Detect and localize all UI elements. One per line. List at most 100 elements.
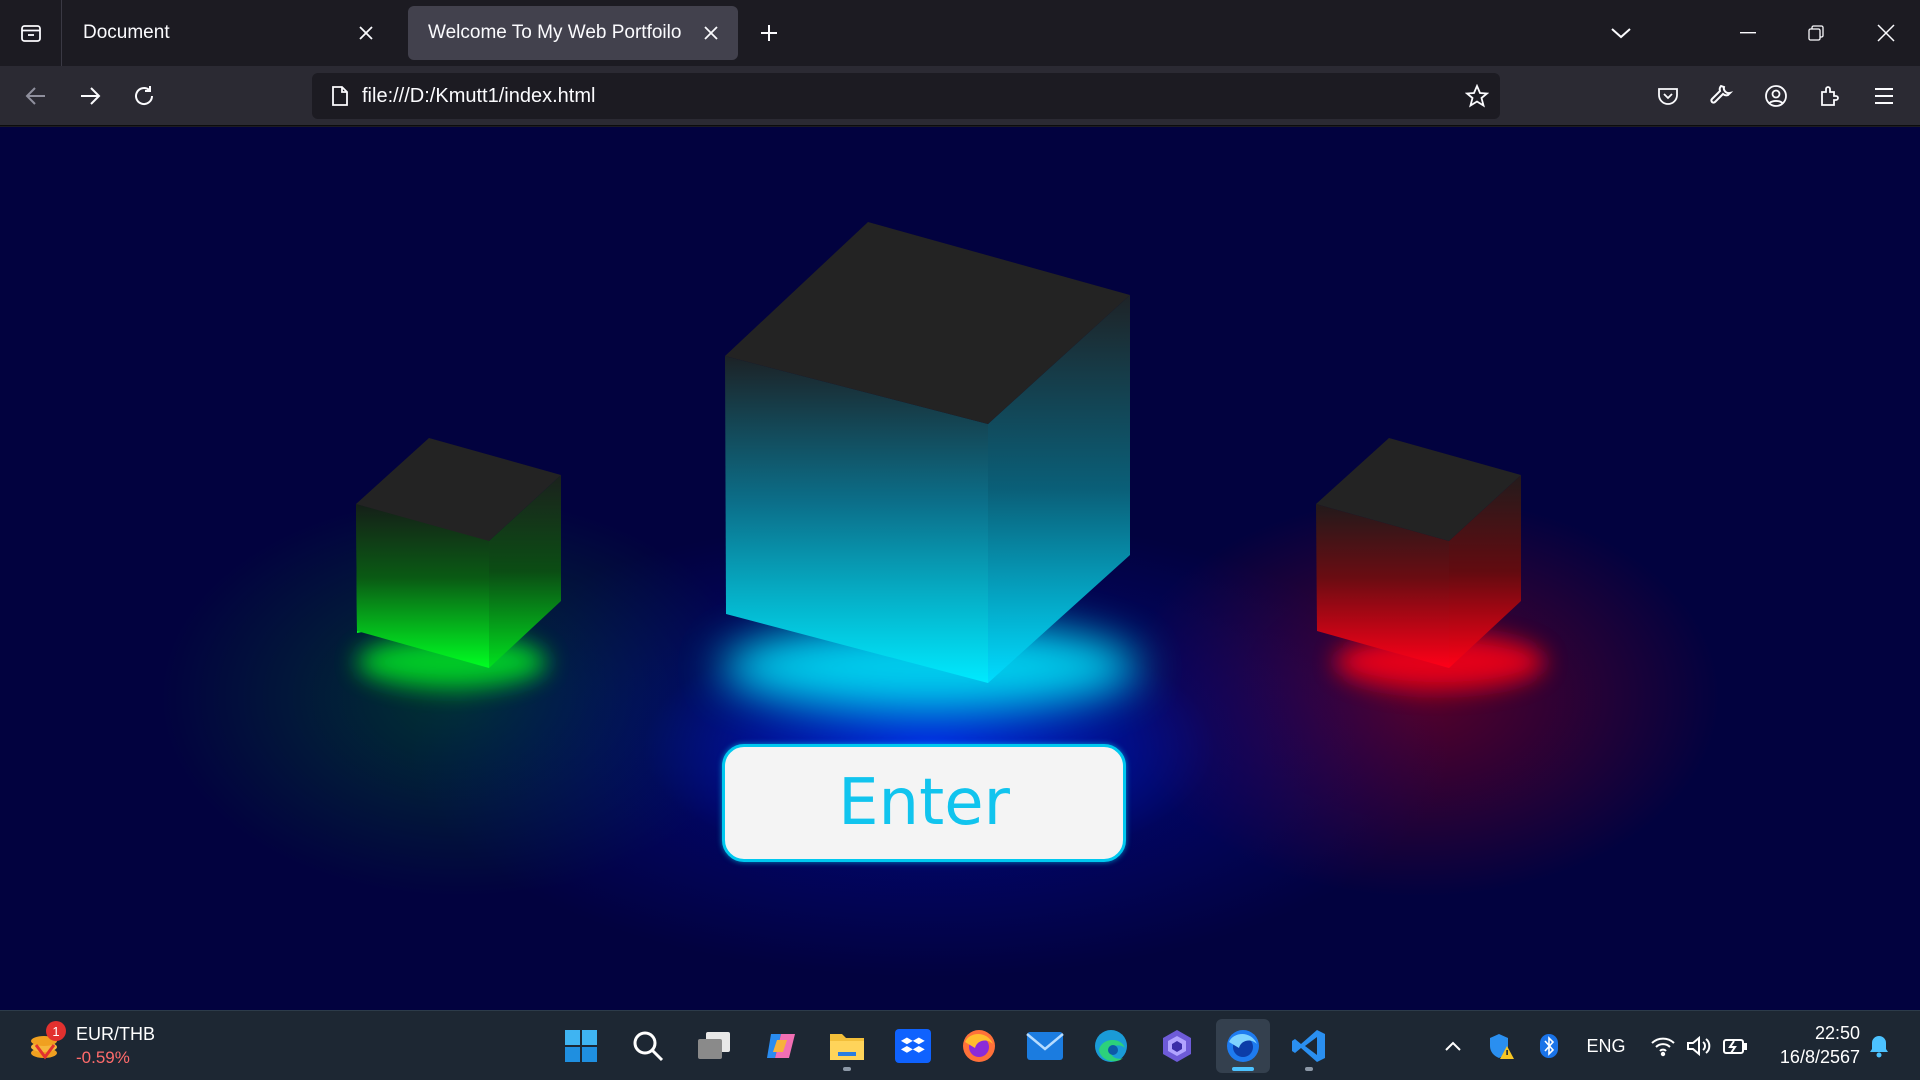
firefox-developer-button[interactable]: [1216, 1019, 1270, 1073]
developer-tools-button[interactable]: [1702, 76, 1742, 116]
widget-change: -0.59%: [76, 1048, 130, 1067]
mail-icon: [1026, 1032, 1064, 1060]
tab-close-button[interactable]: [698, 20, 724, 46]
arrow-right-icon: [81, 87, 101, 105]
windows-start-icon: [565, 1030, 597, 1062]
running-indicator: [1305, 1067, 1313, 1071]
copilot-icon: [767, 1034, 795, 1058]
clock-time: 22:50: [1814, 1023, 1860, 1043]
enter-button[interactable]: Enter: [722, 744, 1126, 862]
tab-title: Welcome To My Web Portfoilo: [428, 22, 682, 43]
app-icon: [1163, 1030, 1191, 1062]
wifi-icon: [1651, 1037, 1675, 1057]
start-button[interactable]: [554, 1019, 608, 1073]
address-bar[interactable]: file:///D:/Kmutt1/index.html: [312, 73, 1500, 119]
page-content: Enter: [0, 127, 1920, 1010]
tab-document[interactable]: Document: [63, 6, 393, 60]
notification-badge: 1: [46, 1021, 66, 1041]
reload-button[interactable]: [124, 76, 164, 116]
forward-button[interactable]: [70, 76, 110, 116]
dropbox-button[interactable]: [886, 1019, 940, 1073]
trend-down-icon: 1: [26, 1021, 66, 1065]
wifi-tray-button[interactable]: [1648, 1025, 1678, 1067]
bell-icon: [1870, 1036, 1888, 1058]
battery-tray-button[interactable]: [1720, 1025, 1750, 1067]
wrench-icon: [1710, 84, 1734, 104]
currency-widget[interactable]: 1 EUR/THB -0.59%: [26, 1019, 155, 1073]
cube-scene: [356, 222, 1545, 712]
search-icon: [633, 1031, 664, 1062]
puzzle-icon: [1821, 86, 1839, 106]
bookmark-button[interactable]: [1454, 73, 1500, 119]
tab-title: Document: [83, 22, 170, 43]
file-explorer-button[interactable]: [820, 1019, 874, 1073]
edge-button[interactable]: [1084, 1019, 1138, 1073]
back-button[interactable]: [16, 76, 56, 116]
restore-button[interactable]: [1782, 0, 1850, 66]
tab-overview-button[interactable]: [0, 0, 62, 66]
browser-titlebar: Document Welcome To My Web Portfoilo: [0, 0, 1920, 66]
security-tray-button[interactable]: [1484, 1025, 1518, 1067]
new-tab-button[interactable]: [752, 16, 786, 50]
mail-button[interactable]: [1018, 1019, 1072, 1073]
arrow-left-icon: [25, 87, 45, 105]
green-cube: [356, 438, 561, 668]
tab-portfolio[interactable]: Welcome To My Web Portfoilo: [408, 6, 738, 60]
search-button[interactable]: [621, 1019, 675, 1073]
system-clock[interactable]: 22:50 16/8/2567: [1760, 1021, 1860, 1069]
firefox-icon: [963, 1030, 995, 1062]
close-icon: [704, 26, 718, 40]
vscode-button[interactable]: [1282, 1019, 1336, 1073]
star-icon: [1465, 84, 1489, 108]
minimize-icon: [1740, 32, 1756, 34]
tab-close-button[interactable]: [353, 20, 379, 46]
reload-icon: [135, 86, 154, 105]
plus-icon: [761, 25, 777, 41]
account-icon: [1765, 85, 1787, 107]
page-icon: [318, 73, 362, 119]
navigation-toolbar: file:///D:/Kmutt1/index.html: [0, 66, 1920, 126]
show-hidden-icons-button[interactable]: [1438, 1025, 1468, 1067]
vscode-icon: [1292, 1030, 1325, 1062]
document-icon: [332, 86, 348, 106]
shield-warning-icon: [1490, 1034, 1514, 1059]
menu-button[interactable]: [1864, 76, 1904, 116]
notifications-button[interactable]: [1864, 1025, 1894, 1067]
task-view-button[interactable]: [687, 1019, 741, 1073]
chevron-up-icon: [1445, 1041, 1461, 1051]
edge-icon: [1095, 1030, 1127, 1062]
chevron-down-icon: [1611, 28, 1631, 39]
language-indicator[interactable]: ENG: [1580, 1025, 1632, 1067]
firefox-developer-icon: [1227, 1030, 1259, 1062]
list-all-tabs-button[interactable]: [1604, 16, 1638, 50]
minimize-button[interactable]: [1714, 0, 1782, 66]
pocket-icon: [1658, 88, 1678, 105]
battery-charging-icon: [1723, 1039, 1747, 1054]
extensions-button[interactable]: [1810, 76, 1850, 116]
widget-title: EUR/THB: [76, 1024, 156, 1044]
pocket-button[interactable]: [1648, 76, 1688, 116]
app-button[interactable]: [1150, 1019, 1204, 1073]
dropbox-icon: [895, 1029, 931, 1063]
close-icon: [1877, 24, 1895, 42]
copilot-button[interactable]: [754, 1019, 808, 1073]
url-text[interactable]: file:///D:/Kmutt1/index.html: [362, 85, 1454, 108]
running-indicator: [843, 1067, 851, 1071]
cyan-cube: [725, 222, 1130, 683]
tab-overview-icon: [20, 25, 41, 42]
hamburger-icon: [1875, 88, 1893, 104]
clock-date: 16/8/2567: [1779, 1047, 1860, 1067]
close-icon: [359, 26, 373, 40]
speaker-icon: [1687, 1035, 1711, 1057]
firefox-button[interactable]: [952, 1019, 1006, 1073]
task-view-icon: [698, 1032, 730, 1059]
folder-icon: [830, 1034, 864, 1060]
bluetooth-tray-button[interactable]: [1534, 1025, 1564, 1067]
red-cube: [1316, 438, 1521, 668]
account-button[interactable]: [1756, 76, 1796, 116]
volume-tray-button[interactable]: [1684, 1025, 1714, 1067]
close-window-button[interactable]: [1852, 0, 1920, 66]
bluetooth-icon: [1540, 1034, 1558, 1058]
active-indicator: [1232, 1067, 1254, 1071]
restore-icon: [1808, 25, 1824, 41]
